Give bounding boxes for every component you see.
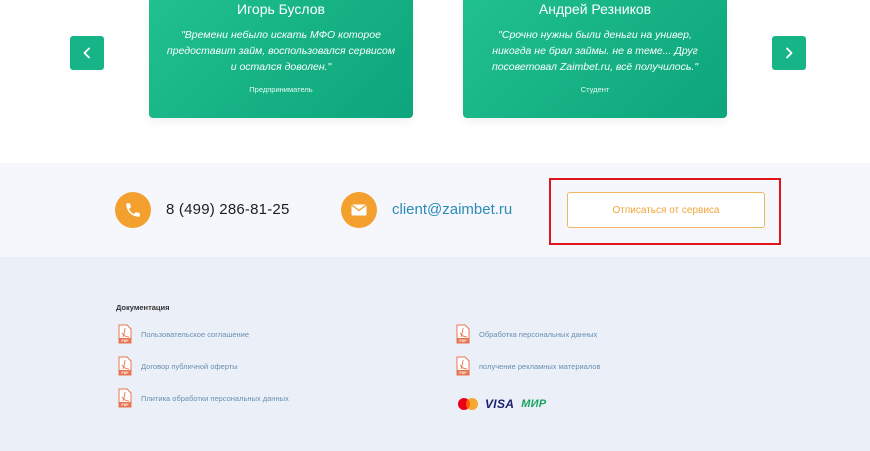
- visa-logo: VISA: [485, 397, 515, 411]
- pdf-icon: PDF: [456, 324, 470, 344]
- testimonial-quote: "Времени небыло искать МФО которое предо…: [166, 29, 396, 73]
- svg-text:PDF: PDF: [459, 339, 467, 343]
- mir-logo: МИР: [521, 398, 547, 410]
- doc-link-personal-data[interactable]: PDF Обработка персональных данных: [456, 324, 597, 344]
- phone-number[interactable]: 8 (499) 286-81-25: [166, 201, 289, 218]
- svg-text:PDF: PDF: [459, 371, 467, 375]
- mail-icon: [341, 192, 377, 228]
- contacts-bar: 8 (499) 286-81-25 client@zaimbet.ru Отпи…: [0, 163, 870, 257]
- testimonial-role: Студент: [580, 85, 610, 94]
- docs-title: Документация: [116, 303, 170, 312]
- doc-link-label: получение рекламных материалов: [479, 361, 601, 371]
- svg-text:PDF: PDF: [121, 339, 129, 343]
- pdf-icon: PDF: [118, 356, 132, 376]
- payment-logos: VISA МИР: [457, 397, 546, 411]
- svg-text:PDF: PDF: [121, 371, 129, 375]
- doc-link-label: Обработка персональных данных: [479, 329, 598, 339]
- testimonial-name: Игорь Буслов: [237, 1, 325, 17]
- doc-link-label: Пользовательское соглашение: [141, 329, 250, 339]
- carousel-next-button[interactable]: [772, 36, 806, 70]
- doc-link-label: Договор публичной оферты: [141, 361, 238, 371]
- chevron-left-icon: [83, 47, 90, 59]
- footer: Документация PDF Пользовательское соглаш…: [0, 257, 870, 451]
- testimonial-quote: "Срочно нужны были деньги на универ, ник…: [491, 29, 699, 73]
- doc-link-ad-materials[interactable]: PDF получение рекламных материалов: [456, 356, 600, 376]
- email-link[interactable]: client@zaimbet.ru: [392, 201, 512, 218]
- carousel-prev-button[interactable]: [70, 36, 104, 70]
- pdf-icon: PDF: [118, 324, 132, 344]
- svg-text:PDF: PDF: [121, 403, 129, 407]
- testimonial-card: Игорь Буслов "Времени небыло искать МФО …: [149, 0, 413, 118]
- testimonial-name: Андрей Резников: [538, 1, 652, 17]
- doc-link-public-offer[interactable]: PDF Договор публичной оферты: [118, 356, 238, 376]
- phone-icon: [115, 192, 151, 228]
- doc-link-label: Плитика обработки персональных данных: [141, 393, 289, 403]
- doc-link-privacy-policy[interactable]: PDF Плитика обработки персональных данны…: [118, 388, 289, 408]
- doc-link-user-agreement[interactable]: PDF Пользовательское соглашение: [118, 324, 249, 344]
- testimonial-role: Предприниматель: [249, 85, 313, 94]
- mastercard-icon: [458, 398, 478, 410]
- testimonials-section: Игорь Буслов "Времени небыло искать МФО …: [0, 0, 870, 163]
- unsubscribe-button[interactable]: Отписаться от сервиса: [567, 192, 765, 228]
- pdf-icon: PDF: [118, 388, 132, 408]
- testimonial-card: Андрей Резников "Срочно нужны были деньг…: [463, 0, 727, 118]
- chevron-right-icon: [786, 47, 793, 59]
- pdf-icon: PDF: [456, 356, 470, 376]
